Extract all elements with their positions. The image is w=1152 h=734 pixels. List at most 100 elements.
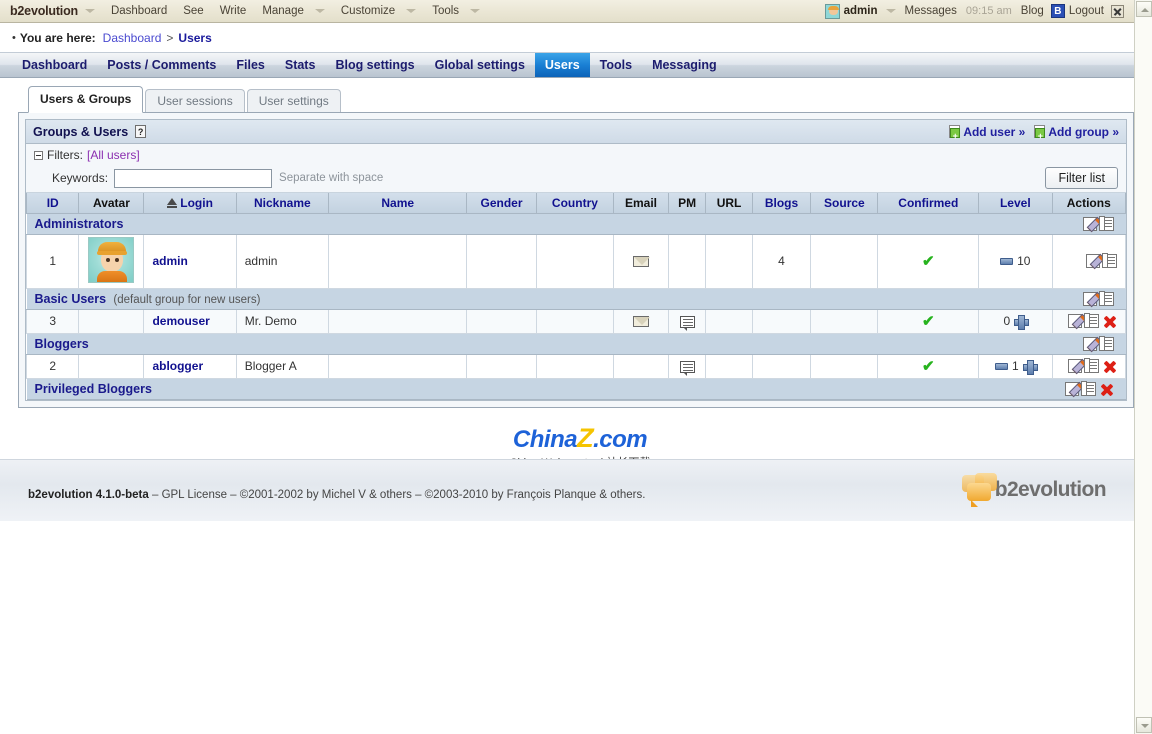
col-level[interactable]: Level [978,193,1053,214]
chevron-down-icon[interactable] [886,9,897,13]
col-name[interactable]: Name [327,193,468,214]
user-login-link[interactable]: demouser [152,314,209,328]
chevron-down-icon[interactable] [406,9,417,13]
add-group-button[interactable]: Add group » [1034,124,1119,140]
col-source[interactable]: Source [810,193,879,214]
filter-preset-all-users[interactable]: [All users] [87,148,140,162]
edit-icon[interactable] [1082,291,1097,306]
cell-level: 10 [978,234,1053,289]
user-avatar[interactable] [88,236,135,283]
copy-icon[interactable] [1080,380,1096,396]
scrollbar-track[interactable] [1135,17,1152,717]
cell-id: 2 [25,354,80,379]
edit-icon[interactable] [1064,381,1079,396]
evobar-blog[interactable]: Blog [1017,5,1048,17]
breadcrumb-separator: > [166,30,174,45]
col-url: URL [705,193,753,214]
evobar-item-dashboard[interactable]: Dashboard [107,5,171,17]
collapse-icon[interactable] [34,150,43,160]
evobar-logout[interactable]: Logout [1065,5,1108,17]
user-login-link[interactable]: ablogger [152,359,203,373]
group-name[interactable]: Bloggers [35,337,89,351]
delete-icon[interactable] [1103,314,1117,328]
copy-icon[interactable] [1102,253,1117,268]
col-confirmed[interactable]: Confirmed [877,193,980,214]
group-header-administrators: Administrators [26,212,1126,235]
add-user-button[interactable]: Add user » [949,124,1025,140]
evobar-item-write[interactable]: Write [216,5,251,17]
envelope-icon[interactable] [632,316,650,328]
chevron-down-icon[interactable] [470,9,481,13]
edit-icon[interactable] [1082,336,1097,351]
menu-item-files[interactable]: Files [226,53,275,77]
col-country[interactable]: Country [535,193,615,214]
filter-list-button[interactable]: Filter list [1045,167,1118,189]
group-name[interactable]: Basic Users [35,292,107,306]
level-decrease-icon[interactable] [1000,257,1014,265]
col-id[interactable]: ID [25,193,80,214]
scroll-up-button[interactable] [1136,1,1152,17]
envelope-icon[interactable] [632,256,650,268]
evobar-item-manage[interactable]: Manage [258,5,308,17]
delete-icon[interactable] [1103,359,1117,373]
menu-item-users[interactable]: Users [534,53,590,77]
group-name[interactable]: Privileged Bloggers [35,382,152,396]
menu-item-tools[interactable]: Tools [590,53,642,77]
menu-item-dashboard[interactable]: Dashboard [12,53,97,77]
evobar-item-tools[interactable]: Tools [428,5,463,17]
cell-pm [667,234,707,289]
tab-user-settings[interactable]: User settings [246,89,341,113]
evobar-item-customize[interactable]: Customize [337,5,399,17]
copy-icon[interactable] [1084,358,1099,373]
copy-icon[interactable] [1098,290,1114,306]
cell-nickname: Mr. Demo [235,309,330,334]
group-name[interactable]: Administrators [35,217,124,231]
copy-icon[interactable] [1098,215,1114,231]
col-nickname[interactable]: Nickname [235,193,330,214]
col-gender[interactable]: Gender [466,193,537,214]
evobar-time: 09:15 am [965,5,1012,17]
evobar-messages[interactable]: Messages [900,5,960,17]
evobar-user[interactable]: admin [844,5,882,17]
blog-icon[interactable]: B [1050,4,1065,18]
help-icon[interactable]: ? [135,125,147,138]
col-actions: Actions [1051,193,1127,214]
edit-icon[interactable] [1082,216,1097,231]
evobar-item-see[interactable]: See [179,5,207,17]
close-icon[interactable] [1111,4,1124,18]
edit-icon[interactable] [1086,254,1100,268]
cell-source [810,234,879,289]
breadcrumb-link-dashboard[interactable]: Dashboard [103,31,162,45]
copy-icon[interactable] [1084,313,1099,328]
chevron-down-icon[interactable] [84,9,95,13]
footer-credit-rest: – GPL License – ©2001-2002 by Michel V &… [148,489,646,501]
check-icon: ✔ [921,357,935,375]
menu-item-posts-comments[interactable]: Posts / Comments [97,53,226,77]
tab-users-groups[interactable]: Users & Groups [28,86,144,113]
scroll-down-button[interactable] [1136,717,1152,733]
col-blogs[interactable]: Blogs [751,193,812,214]
tab-user-sessions[interactable]: User sessions [145,89,245,113]
cell-level: 0 [978,309,1053,334]
edit-icon[interactable] [1068,314,1082,328]
pm-icon[interactable] [679,360,695,376]
copy-icon[interactable] [1098,335,1114,351]
edit-icon[interactable] [1068,359,1082,373]
level-increase-icon[interactable] [1022,359,1038,375]
delete-icon[interactable] [1100,382,1114,396]
col-login[interactable]: Login [143,193,237,214]
search-input[interactable] [114,168,273,188]
cell-pm [667,354,707,379]
chevron-down-icon[interactable] [314,9,325,13]
panel-header: Groups & Users ? Add user » Add group » [26,120,1126,144]
user-login-link[interactable]: admin [152,254,187,268]
menu-item-blog-settings[interactable]: Blog settings [325,53,424,77]
menu-item-messaging[interactable]: Messaging [642,53,727,77]
menu-item-stats[interactable]: Stats [275,53,326,77]
pm-icon[interactable] [679,315,695,331]
evobar-brand[interactable]: b2evolution [10,4,78,18]
menu-item-global-settings[interactable]: Global settings [425,53,535,77]
level-decrease-icon[interactable] [994,362,1008,370]
level-increase-icon[interactable] [1014,314,1030,330]
vertical-scrollbar[interactable] [1134,0,1152,734]
